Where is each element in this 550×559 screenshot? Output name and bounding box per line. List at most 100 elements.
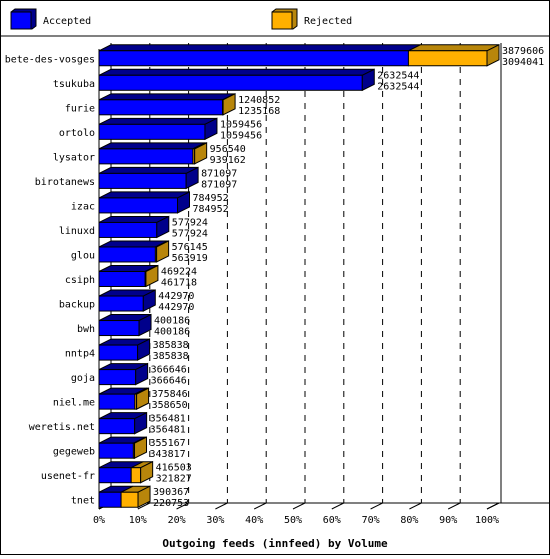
value-label-total: 871097 [201,168,237,179]
category-label: furie [65,103,95,114]
category-label: usenet-fr [41,471,95,482]
x-tick-mark [370,502,383,510]
x-tick-label: 70% [362,515,380,526]
bar-accepted-top [98,44,421,52]
category-label: glou [71,250,95,261]
value-label-total: 2632544 [377,70,419,81]
bar-accepted [98,246,156,263]
category-label: ortolo [59,128,95,139]
x-tick-mark [253,502,267,510]
value-label-total: 3879606 [502,46,544,57]
category-label: csiph [65,275,95,286]
bar-accepted [98,148,194,165]
value-label-total: 366646 [151,365,187,376]
bar-rejected-top [408,44,500,52]
x-tick-mark [486,502,500,510]
bar-accepted [98,123,206,140]
bar-accepted-top [98,142,206,150]
legend-rejected-swatch [271,8,298,30]
bar-accepted-top [98,68,375,76]
category-label: linuxd [59,226,95,237]
x-tick-mark [215,502,228,510]
value-label-total: 390367 [153,487,189,498]
bar-accepted [98,320,140,337]
value-label-accepted: 1059456 [220,130,262,141]
value-label-total: 355167 [150,438,186,449]
x-tick-label: 30% [206,515,224,526]
bar-accepted [98,442,134,459]
x-tick-mark [292,502,306,510]
bar-accepted [98,221,158,238]
value-label-total: 784952 [193,193,229,204]
bar-rejected [130,467,142,484]
x-tick-label: 60% [323,515,341,526]
legend-rejected-label: Rejected [304,16,352,27]
value-label-accepted: 461718 [161,278,197,289]
value-label-total: 1240852 [238,95,280,106]
bar-accepted [98,369,137,386]
value-label-total: 375846 [152,389,188,400]
category-label: izac [71,201,95,212]
value-label-total: 1059456 [220,119,262,130]
bar-accepted [98,99,224,116]
legend: Accepted Rejected [10,8,352,30]
value-label-total: 416503 [156,463,192,474]
value-label-total: 385838 [153,340,189,351]
bar-accepted [98,74,363,91]
x-tick-mark [331,502,345,510]
value-label-total: 356481 [150,414,186,425]
bar-accepted [98,50,409,67]
value-label-total: 576145 [172,242,208,253]
value-label-accepted: 366646 [151,376,187,387]
value-label-accepted: 563919 [172,253,208,264]
bar-rejected [120,491,139,508]
bar-accepted-top [98,191,190,199]
x-tick-label: 90% [439,515,457,526]
legend-accepted-swatch [10,8,37,30]
x-tick-mark [409,502,422,510]
x-axis-title: Outgoing feeds (innfeed) by Volume [162,537,388,550]
value-label-total: 400186 [154,316,190,327]
bar-accepted-top [98,93,235,101]
x-tick-label: 100% [475,515,499,526]
category-label: tsukuba [53,79,95,90]
x-tick-label: 10% [129,515,147,526]
value-label-accepted: 356481 [150,425,186,436]
bar-accepted [98,418,136,435]
x-tick-label: 0% [93,515,105,526]
value-label-accepted: 385838 [153,351,189,362]
value-label-accepted: 343817 [150,449,186,460]
value-label-accepted: 321827 [156,474,192,485]
bar-accepted [98,295,144,312]
x-tick-label: 40% [245,515,263,526]
category-label: tnet [71,496,95,507]
x-tick-label: 20% [168,515,186,526]
bar-rejected [407,50,488,67]
value-label-total: 442970 [158,291,194,302]
bar-accepted [98,172,187,189]
value-label-accepted: 2632544 [377,81,419,92]
value-label-total: 577924 [172,217,208,228]
value-label-accepted: 220753 [153,498,189,509]
category-label: nntp4 [65,349,95,360]
bar-accepted [98,491,122,508]
legend-accepted-label: Accepted [43,16,91,27]
bar-accepted [98,271,146,287]
value-label-accepted: 784952 [193,204,229,215]
value-label-accepted: 3094041 [502,57,544,68]
value-label-accepted: 400186 [154,327,190,338]
value-label-total: 956540 [210,144,246,155]
bar-accepted [98,344,139,361]
value-label-accepted: 442970 [158,302,194,313]
bar-accepted [98,467,132,484]
bar-accepted-top [98,166,199,174]
category-label: goja [71,373,95,384]
category-label: birotanews [35,177,95,188]
value-label-total: 469224 [161,267,197,278]
chart: Accepted Rejected 0% 10% 20% 30% 40% 50% 60% 70… [1,8,549,550]
category-label: lysator [53,152,95,163]
plot-area: 0% 10% 20% 30% 40% 50% 60% 70% 80% 90% 100% bete-de… [5,43,549,526]
category-label: backup [59,300,95,311]
value-label-accepted: 871097 [201,179,237,190]
value-label-accepted: 1235168 [238,106,280,117]
